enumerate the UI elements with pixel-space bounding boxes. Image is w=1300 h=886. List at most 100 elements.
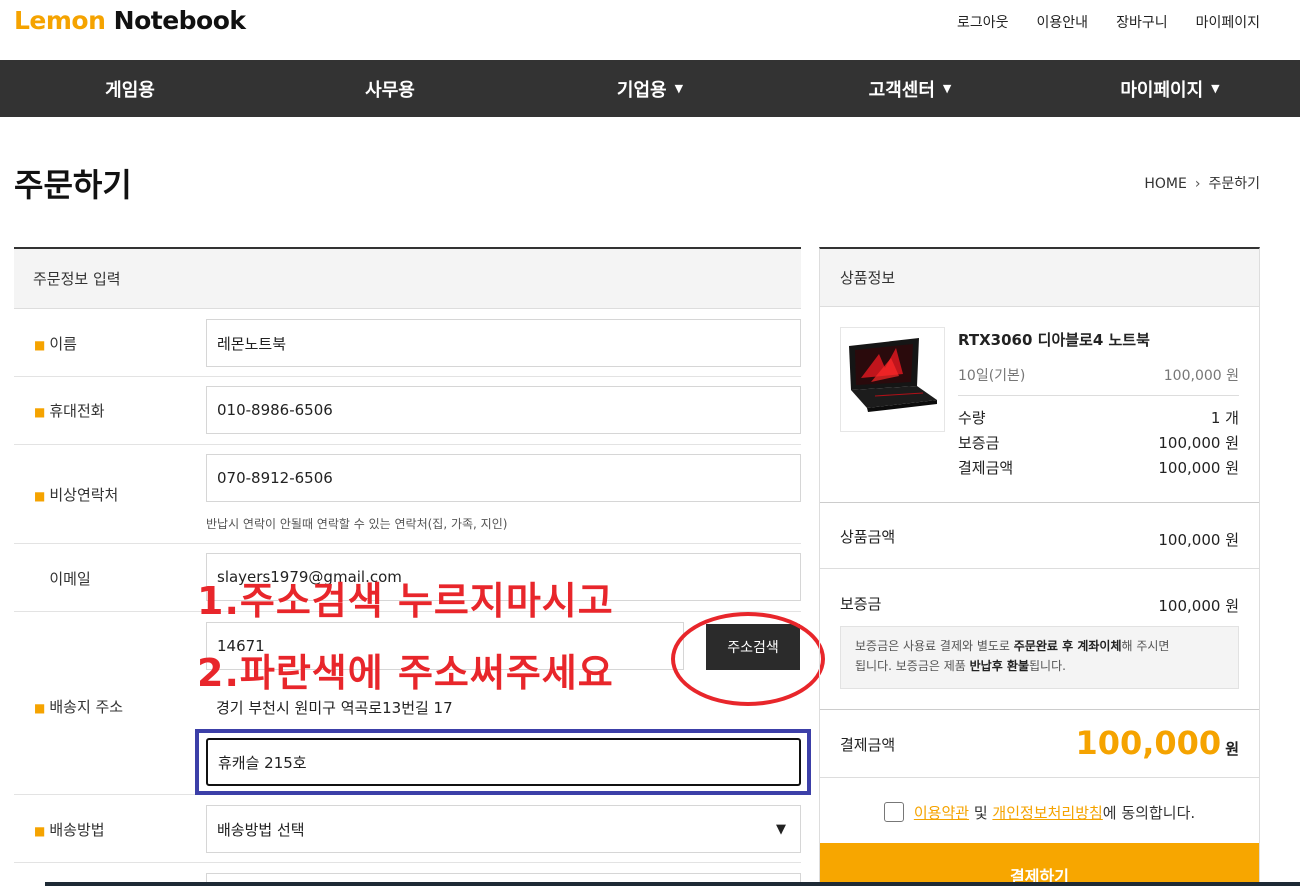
emergency-row: ■ 비상연락처 070-8912-6506 반납시 연락이 안될때 연락할 수 있… bbox=[14, 445, 801, 544]
emergency-hint: 반납시 연락이 안될때 연락할 수 있는 연락처(집, 가족, 지인) bbox=[206, 517, 508, 531]
dropdown-arrow-icon: ▼ bbox=[776, 821, 786, 837]
deposit-label: 보증금 bbox=[840, 595, 882, 613]
nav-business[interactable]: 기업용 ▼ bbox=[520, 60, 780, 117]
taskbar-strip bbox=[45, 882, 1300, 886]
product-panel: 상품정보 RTX3060 디아블로4 노트북 10일(기본) 100,000 원… bbox=[819, 247, 1260, 886]
mypage-link[interactable]: 마이페이지 bbox=[1196, 12, 1260, 32]
total-unit: 원 bbox=[1225, 740, 1239, 758]
deposit-note-bold: 주문완료 후 계좌이체 bbox=[1013, 639, 1122, 653]
emergency-label: ■ 비상연락처 bbox=[34, 484, 118, 505]
logo-notebook: Notebook bbox=[113, 6, 246, 35]
product-amount-value: 100,000 원 bbox=[1158, 531, 1239, 549]
emergency-input[interactable]: 070-8912-6506 bbox=[206, 454, 801, 502]
required-dot-icon: ■ bbox=[34, 489, 46, 503]
annotation-note-2: 2.파란색에 주소써주세요 bbox=[197, 651, 614, 695]
pay-line-value: 100,000 원 bbox=[1158, 459, 1239, 477]
panel-heading: 상품정보 bbox=[820, 249, 1259, 307]
deposit-note-text: 해 주시면 bbox=[1121, 639, 1170, 653]
pay-line: 결제금액 100,000 원 bbox=[958, 457, 1239, 478]
product-amount-row: 상품금액 100,000 원 bbox=[820, 503, 1259, 569]
logo[interactable]: Lemon Notebook bbox=[14, 6, 246, 35]
caret-down-icon: ▼ bbox=[942, 82, 952, 95]
blue-highlight-box bbox=[195, 729, 811, 795]
cart-link[interactable]: 장바구니 bbox=[1116, 12, 1168, 32]
name-row: ■ 이름 레몬노트북 bbox=[14, 309, 801, 377]
caret-down-icon: ▼ bbox=[674, 82, 684, 95]
name-label-text: 이름 bbox=[49, 335, 77, 353]
product-name: RTX3060 디아블로4 노트북 bbox=[958, 331, 1150, 349]
shipping-select[interactable]: 배송방법 선택 ▼ bbox=[206, 805, 801, 853]
logo-lemon: Lemon bbox=[14, 6, 106, 35]
main-nav: 게임용 사무용 기업용 ▼ 고객센터 ▼ 마이페이지 ▼ bbox=[0, 60, 1300, 117]
page-title: 주문하기 bbox=[14, 166, 132, 204]
shipping-select-value: 배송방법 선택 bbox=[217, 820, 305, 839]
nav-business-label: 기업용 bbox=[616, 79, 667, 101]
deposit-note-bold: 반납후 환불 bbox=[969, 659, 1030, 673]
nav-office[interactable]: 사무용 bbox=[260, 60, 520, 117]
deposit-line-value: 100,000 원 bbox=[1158, 434, 1239, 452]
red-highlight-circle bbox=[671, 612, 825, 706]
deposit-section: 보증금 100,000 원 보증금은 사용료 결제와 별도로 주문완료 후 계좌… bbox=[820, 569, 1259, 710]
annotation-note-1: 1.주소검색 누르지마시고 bbox=[197, 579, 614, 623]
agree-and: 및 bbox=[969, 803, 993, 822]
email-label: ■이메일 bbox=[34, 568, 91, 589]
nav-support[interactable]: 고객센터 ▼ bbox=[780, 60, 1040, 117]
deposit-note-text: 됩니다. 보증금은 제품 bbox=[855, 659, 970, 673]
deposit-notice: 보증금은 사용료 결제와 별도로 주문완료 후 계좌이체해 주시면 됩니다. 보… bbox=[840, 626, 1239, 689]
top-bar: Lemon Notebook 로그아웃 이용안내 장바구니 마이페이지 bbox=[0, 0, 1300, 60]
deposit-value: 100,000 원 bbox=[1158, 597, 1239, 615]
qty-line: 수량 1 개 bbox=[958, 407, 1239, 428]
pay-button[interactable]: 결제하기 bbox=[820, 843, 1259, 886]
breadcrumb-current: 주문하기 bbox=[1208, 176, 1260, 192]
nav-support-label: 고객센터 bbox=[868, 79, 935, 101]
address-text: 경기 부천시 원미구 역곡로13번길 17 bbox=[216, 699, 453, 717]
name-label: ■ 이름 bbox=[34, 333, 77, 354]
total-label: 결제금액 bbox=[840, 736, 896, 754]
privacy-link[interactable]: 개인정보처리방침 bbox=[992, 802, 1102, 823]
agree-checkbox[interactable] bbox=[883, 802, 904, 822]
nav-mypage[interactable]: 마이페이지 ▼ bbox=[1040, 60, 1300, 117]
agree-suffix: 에 동의합니다. bbox=[1102, 803, 1196, 822]
email-label-text: 이메일 bbox=[49, 570, 91, 588]
required-dot-icon: ■ bbox=[34, 701, 46, 715]
nav-gaming-label: 게임용 bbox=[105, 79, 155, 101]
deposit-line-label: 보증금 bbox=[958, 434, 1000, 452]
phone-row: ■ 휴대전화 010-8986-6506 bbox=[14, 377, 801, 445]
divider bbox=[958, 395, 1239, 396]
terms-link[interactable]: 이용약관 bbox=[914, 802, 969, 823]
product-item: RTX3060 디아블로4 노트북 10일(기본) 100,000 원 수량 1 … bbox=[820, 307, 1259, 503]
deposit-line: 보증금 100,000 원 bbox=[958, 432, 1239, 453]
total-value: 100,000 bbox=[1075, 724, 1222, 762]
emergency-label-text: 비상연락처 bbox=[49, 486, 119, 504]
shipping-label: ■ 배송방법 bbox=[34, 819, 105, 840]
required-dot-icon: ■ bbox=[34, 405, 46, 419]
phone-label-text: 휴대전화 bbox=[49, 402, 105, 420]
address-label: ■ 배송지 주소 bbox=[34, 696, 123, 717]
product-amount-label: 상품금액 bbox=[840, 528, 896, 546]
qty-value: 1 개 bbox=[1210, 409, 1239, 427]
pay-line-label: 결제금액 bbox=[958, 459, 1014, 477]
deposit-note-text: 됩니다. bbox=[1029, 659, 1066, 673]
chevron-right-icon: › bbox=[1194, 176, 1201, 192]
required-dot-icon: ■ bbox=[34, 824, 46, 838]
phone-label: ■ 휴대전화 bbox=[34, 400, 105, 421]
phone-input[interactable]: 010-8986-6506 bbox=[206, 386, 801, 434]
breadcrumb-home[interactable]: HOME bbox=[1144, 176, 1186, 192]
total-amount: 100,000 원 bbox=[1075, 724, 1239, 762]
breadcrumb: HOME › 주문하기 bbox=[1144, 173, 1260, 193]
top-links: 로그아웃 이용안내 장바구니 마이페이지 bbox=[957, 12, 1260, 32]
logout-link[interactable]: 로그아웃 bbox=[957, 12, 1009, 32]
rental-plan: 10일(기본) bbox=[958, 368, 1026, 384]
total-row: 결제금액 100,000 원 bbox=[820, 710, 1259, 778]
required-dot-icon: ■ bbox=[34, 338, 46, 352]
agreement: 이용약관 및 개인정보처리방침 에 동의합니다. bbox=[820, 778, 1259, 846]
address-label-text: 배송지 주소 bbox=[49, 698, 124, 716]
guide-link[interactable]: 이용안내 bbox=[1037, 12, 1089, 32]
nav-gaming[interactable]: 게임용 bbox=[0, 60, 260, 117]
shipping-row: ■ 배송방법 배송방법 선택 ▼ bbox=[14, 795, 801, 863]
nav-mypage-label: 마이페이지 bbox=[1120, 79, 1204, 101]
nav-office-label: 사무용 bbox=[365, 79, 415, 101]
caret-down-icon: ▼ bbox=[1211, 82, 1220, 95]
name-input[interactable]: 레몬노트북 bbox=[206, 319, 801, 367]
laptop-image bbox=[840, 327, 945, 432]
